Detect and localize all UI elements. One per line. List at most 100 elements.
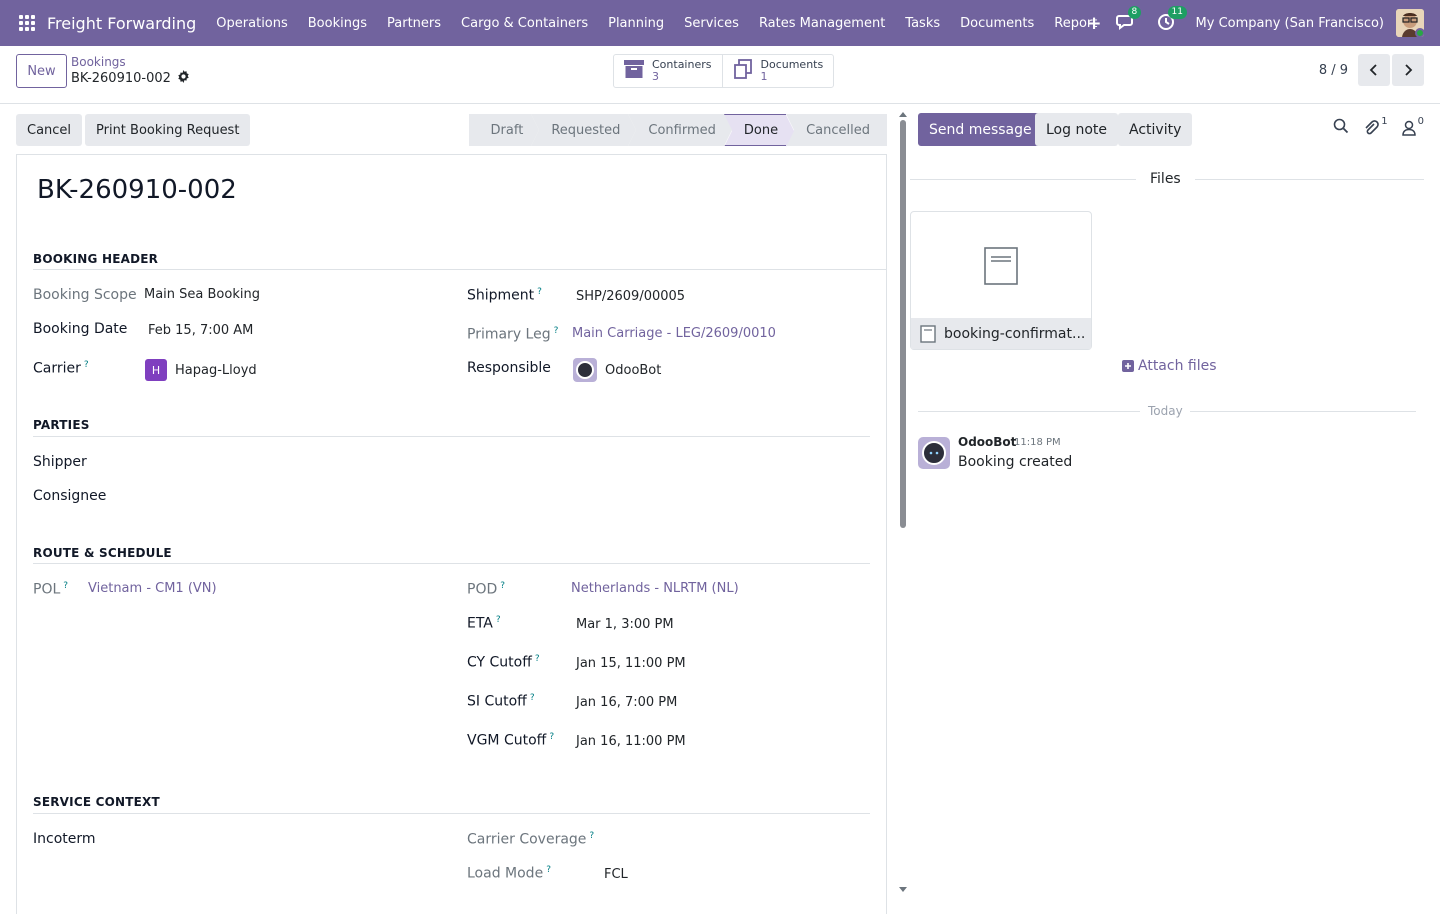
help-icon[interactable]: ?	[530, 693, 535, 703]
pol-link[interactable]: Vietnam - CM1 (VN)	[88, 581, 217, 596]
send-message-button[interactable]: Send message	[918, 113, 1043, 146]
section-service-context: SERVICE CONTEXT	[33, 795, 160, 809]
app-title[interactable]: Freight Forwarding	[47, 14, 196, 33]
menu-planning[interactable]: Planning	[608, 16, 664, 31]
attachment-filename: booking-confirmat...	[944, 325, 1086, 342]
cancel-button[interactable]: Cancel	[16, 114, 83, 146]
gear-icon[interactable]	[177, 70, 190, 87]
menu-services[interactable]: Services	[684, 16, 739, 31]
date-divider-label: Today	[1148, 404, 1183, 418]
breadcrumb-current-label: BK-260910-002	[71, 71, 171, 86]
archive-icon	[624, 60, 644, 82]
chatter-panel: Send message Log note Activity 1 0 Files…	[908, 105, 1440, 900]
booking-scope-value[interactable]: Main Sea Booking	[144, 287, 260, 302]
menu-tasks[interactable]: Tasks	[905, 16, 940, 31]
activities-clock-icon[interactable]: 11	[1156, 6, 1187, 34]
stage-cancelled[interactable]: Cancelled	[786, 114, 887, 146]
section-divider	[33, 813, 870, 814]
load-mode-label: Load Mode?	[467, 865, 551, 882]
si-cutoff-value[interactable]: Jan 16, 7:00 PM	[576, 695, 677, 710]
cy-cutoff-value[interactable]: Jan 15, 11:00 PM	[576, 656, 686, 671]
form-statusbar: Cancel Print Booking Request Draft Reque…	[16, 114, 887, 147]
documents-smart-button[interactable]: Documents 1	[721, 55, 834, 87]
help-icon[interactable]: ?	[84, 360, 89, 370]
help-icon[interactable]: ?	[496, 615, 501, 625]
paperclip-icon	[1365, 119, 1380, 134]
help-icon[interactable]: ?	[537, 287, 542, 297]
activity-button[interactable]: Activity	[1118, 113, 1193, 146]
scrollbar-thumb[interactable]	[900, 120, 906, 528]
pager-value[interactable]: 8 / 9	[1319, 63, 1348, 78]
user-avatar[interactable]	[1396, 9, 1424, 37]
eta-value[interactable]: Mar 1, 3:00 PM	[576, 617, 674, 632]
apps-grid-icon[interactable]	[17, 13, 37, 33]
carrier-avatar: H	[145, 359, 167, 381]
carrier-label: Carrier?	[33, 360, 89, 377]
help-icon[interactable]: ?	[589, 831, 594, 841]
user-icon	[1401, 120, 1416, 136]
menu-operations[interactable]: Operations	[216, 16, 287, 31]
carrier-value[interactable]: H Hapag-Lloyd	[145, 359, 257, 381]
pager-next-button[interactable]	[1392, 54, 1424, 86]
search-icon[interactable]	[1333, 118, 1349, 137]
help-icon[interactable]: ?	[546, 865, 551, 875]
pod-link[interactable]: Netherlands - NLRTM (NL)	[571, 581, 739, 596]
section-divider	[33, 436, 870, 437]
containers-label: Containers	[652, 58, 712, 71]
booking-date-value[interactable]: Feb 15, 7:00 AM	[148, 323, 253, 338]
stage-draft[interactable]: Draft	[468, 114, 540, 146]
messages-count-badge: 8	[1127, 6, 1142, 19]
stage-done[interactable]: Done	[723, 114, 795, 147]
help-icon[interactable]: ?	[500, 581, 505, 591]
responsible-label: Responsible	[467, 360, 551, 376]
primary-leg-link[interactable]: Main Carriage - LEG/2609/0010	[572, 326, 776, 341]
odoobot-avatar	[573, 358, 597, 382]
breadcrumb-bookings-link[interactable]: Bookings	[71, 55, 190, 69]
shipment-label: Shipment?	[467, 287, 542, 304]
stage-requested[interactable]: Requested	[531, 114, 637, 146]
containers-count: 3	[652, 70, 659, 83]
attachments-button[interactable]: 1	[1363, 116, 1388, 136]
section-divider	[33, 269, 887, 270]
help-icon[interactable]: ?	[554, 326, 559, 336]
message-author[interactable]: OdooBot	[958, 435, 1016, 449]
primary-leg-label: Primary Leg?	[467, 326, 559, 343]
shipment-value[interactable]: SHP/2609/00005	[576, 289, 685, 304]
containers-smart-button[interactable]: Containers 3	[614, 55, 722, 87]
control-panel: New Bookings BK-260910-002 Containers 3 …	[0, 46, 1440, 104]
followers-count: 0	[1417, 115, 1424, 127]
messages-icon[interactable]: 8	[1115, 6, 1142, 34]
document-icon	[984, 247, 1018, 289]
pager-previous-button[interactable]	[1358, 54, 1390, 86]
attach-files-button[interactable]: Attach files	[1122, 358, 1217, 374]
help-icon[interactable]: ?	[63, 581, 68, 591]
plus-square-icon	[1122, 360, 1134, 372]
activities-count-badge: 11	[1167, 6, 1187, 19]
log-note-button[interactable]: Log note	[1035, 113, 1118, 146]
attach-files-label: Attach files	[1138, 358, 1217, 374]
stage-confirmed[interactable]: Confirmed	[628, 114, 732, 146]
plus-icon[interactable]: +	[1086, 13, 1101, 34]
files-heading: Files	[1136, 171, 1195, 187]
company-switcher[interactable]: My Company (San Francisco)	[1196, 16, 1384, 31]
help-icon[interactable]: ?	[549, 732, 554, 742]
print-booking-request-button[interactable]: Print Booking Request	[85, 114, 251, 146]
menu-bookings[interactable]: Bookings	[308, 16, 367, 31]
help-icon[interactable]: ?	[535, 654, 540, 664]
responsible-value[interactable]: OdooBot	[573, 358, 661, 382]
menu-documents[interactable]: Documents	[960, 16, 1034, 31]
menu-partners[interactable]: Partners	[387, 16, 441, 31]
followers-button[interactable]: 0	[1401, 116, 1424, 136]
attachment-card[interactable]: booking-confirmat...	[910, 211, 1092, 350]
breadcrumb: Bookings BK-260910-002	[71, 55, 190, 87]
consignee-label: Consignee	[33, 488, 107, 504]
new-button[interactable]: New	[16, 54, 67, 88]
odoobot-avatar[interactable]	[918, 437, 950, 469]
form-scrollbar[interactable]	[898, 110, 908, 900]
menu-rates-management[interactable]: Rates Management	[759, 16, 885, 31]
vgm-cutoff-value[interactable]: Jan 16, 11:00 PM	[576, 734, 686, 749]
message-time: 11:18 PM	[1014, 437, 1061, 448]
menu-cargo-containers[interactable]: Cargo & Containers	[461, 16, 588, 31]
load-mode-value[interactable]: FCL	[604, 867, 628, 882]
pod-label: POD?	[467, 581, 506, 598]
